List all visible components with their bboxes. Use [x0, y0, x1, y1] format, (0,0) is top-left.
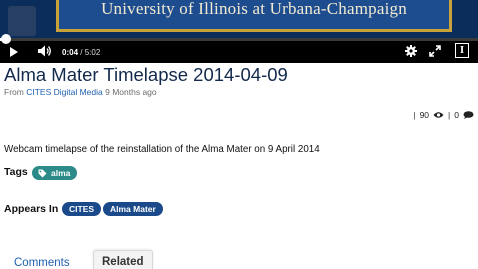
progress-handle[interactable] [1, 34, 12, 44]
category-cites[interactable]: CITES [62, 202, 102, 216]
from-label: From [4, 87, 24, 97]
media-description: Webcam timelapse of the reinstallation o… [4, 144, 320, 155]
appears-in-label: Appears In [4, 203, 59, 215]
player-controls: 0:04 / 5:02 I [0, 34, 478, 63]
banner-text: University of Illinois at Urbana-Champai… [101, 0, 407, 18]
views-count: 90 [419, 110, 430, 120]
channel-link[interactable]: CITES Digital Media [26, 87, 103, 97]
media-age: 9 Months ago [105, 87, 157, 97]
tag-label: alma [51, 168, 71, 178]
tab-related[interactable]: Related [93, 250, 153, 269]
media-meta: From CITES Digital Media 9 Months ago [4, 87, 157, 97]
progress-bar[interactable] [0, 34, 478, 44]
tab-comments[interactable]: Comments [6, 252, 78, 269]
media-title: Alma Mater Timelapse 2014-04-09 [4, 64, 288, 85]
category-alma-mater[interactable]: Alma Mater [103, 202, 163, 216]
comment-icon [463, 111, 474, 119]
university-logo-icon[interactable]: I [455, 43, 469, 58]
tags-label: Tags [4, 166, 28, 178]
video-player[interactable]: University of Illinois at Urbana-Champai… [0, 0, 478, 38]
gear-icon[interactable] [405, 45, 417, 57]
stats-divider: | [413, 110, 416, 120]
play-icon[interactable] [10, 47, 18, 57]
volume-icon[interactable] [38, 45, 52, 57]
fullscreen-icon[interactable] [429, 45, 441, 57]
tag-alma[interactable]: alma [32, 166, 78, 180]
stats-divider: | [448, 110, 451, 120]
comments-count: 0 [454, 110, 459, 120]
tag-icon [38, 169, 47, 177]
duration: / 5:02 [80, 48, 101, 57]
time-display: 0:04 / 5:02 [62, 48, 100, 57]
current-time: 0:04 [62, 48, 79, 57]
video-frame-shadow [8, 6, 36, 36]
video-banner: University of Illinois at Urbana-Champai… [56, 0, 452, 32]
eye-icon [433, 112, 444, 118]
media-stats: | 90 | 0 [413, 110, 474, 120]
